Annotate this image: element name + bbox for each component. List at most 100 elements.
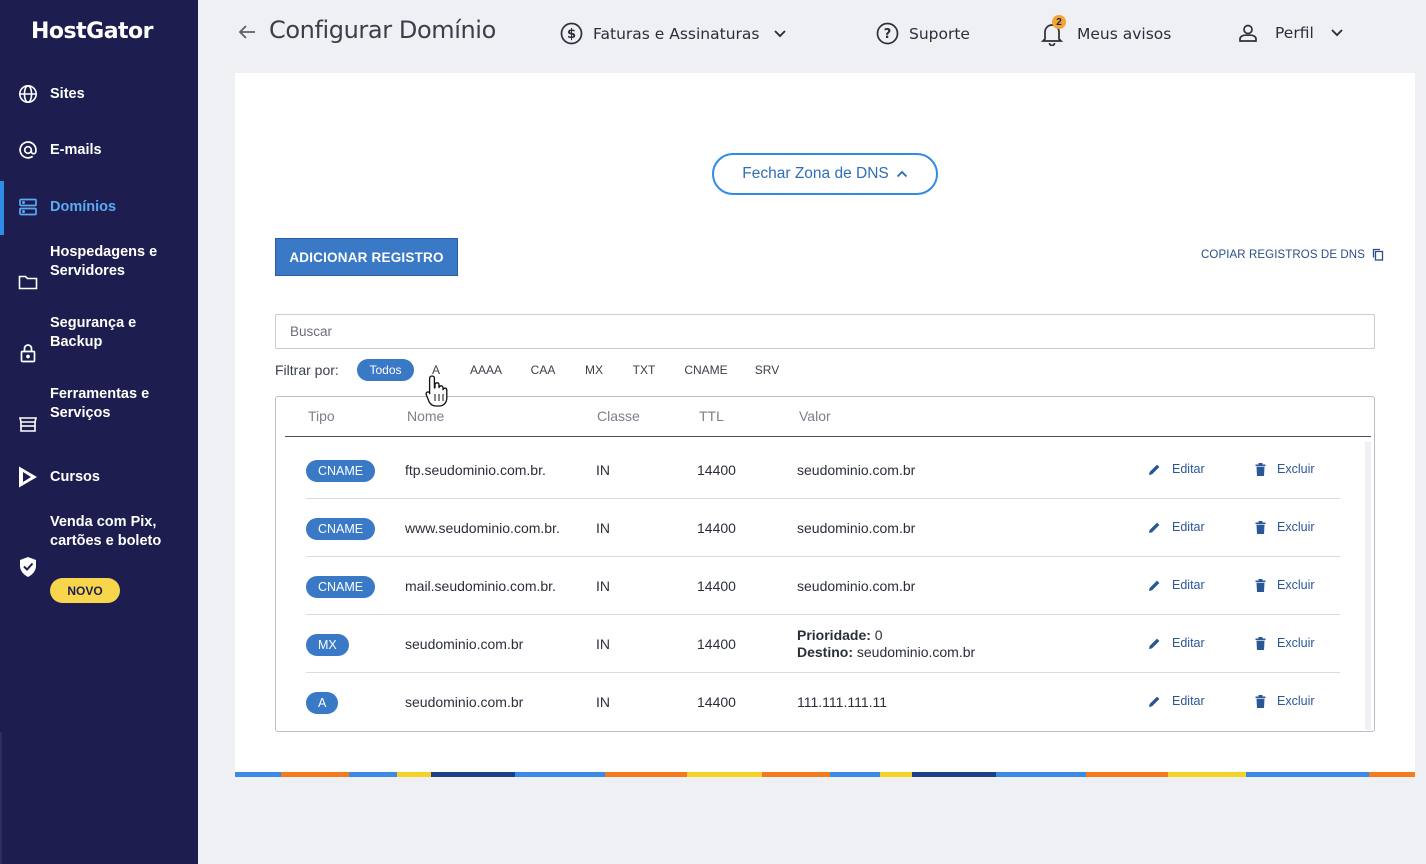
record-value: seudominio.com.br — [797, 462, 916, 478]
edit-button[interactable]: Editar — [1148, 694, 1205, 708]
filter-chip-aaaa[interactable]: AAAA — [464, 359, 508, 381]
copy-icon — [1372, 248, 1384, 261]
billing-label: Faturas e Assinaturas — [593, 24, 760, 43]
delete-button[interactable]: Excluir — [1255, 462, 1315, 476]
table-row: CNAME www.seudominio.com.br. IN 14400 se… — [306, 499, 1340, 557]
table-row: CNAME mail.seudominio.com.br. IN 14400 s… — [306, 557, 1340, 615]
record-type-badge: MX — [306, 634, 349, 656]
edit-button[interactable]: Editar — [1148, 636, 1205, 650]
record-value: seudominio.com.br — [797, 578, 916, 594]
column-header-classe: Classe — [597, 408, 640, 424]
back-arrow-icon[interactable] — [236, 21, 258, 43]
edit-label: Editar — [1172, 462, 1205, 476]
trash-icon — [1255, 520, 1266, 534]
edit-label: Editar — [1172, 578, 1205, 592]
filter-chip-txt[interactable]: TXT — [628, 359, 660, 381]
edit-label: Editar — [1172, 694, 1205, 708]
trash-icon — [1255, 636, 1266, 650]
trash-icon — [1255, 578, 1266, 592]
support-link[interactable]: ? Suporte — [876, 22, 970, 45]
record-value: Prioridade: 0 Destino: seudominio.com.br — [797, 627, 975, 661]
notification-count-badge: 2 — [1052, 15, 1066, 29]
new-badge: NOVO — [50, 578, 120, 603]
trash-icon — [1255, 694, 1266, 708]
edit-button[interactable]: Editar — [1148, 462, 1205, 476]
decorative-stripe — [235, 772, 1415, 777]
record-type-badge: A — [306, 692, 339, 714]
delete-label: Excluir — [1277, 694, 1315, 708]
play-icon — [17, 466, 39, 488]
filter-chip-todos[interactable]: Todos — [357, 359, 414, 381]
close-dns-zone-label: Fechar Zona de DNS — [742, 165, 889, 182]
pencil-icon — [1149, 522, 1160, 533]
destination-label: Destino: — [797, 644, 853, 660]
user-icon — [1239, 24, 1257, 42]
sidebar-item-label: Domínios — [50, 198, 117, 215]
copy-dns-records-link[interactable]: COPIAR REGISTROS DE DNS — [1201, 248, 1384, 261]
record-name: www.seudominio.com.br. — [405, 520, 560, 536]
record-ttl: 14400 — [697, 636, 736, 652]
add-record-button[interactable]: ADICIONAR REGISTRO — [275, 238, 458, 276]
sidebar-item-label: Segurança e Backup — [50, 315, 137, 350]
table-row: CNAME ftp.seudominio.com.br. IN 14400 se… — [306, 441, 1340, 499]
record-class: IN — [596, 636, 610, 652]
shield-check-icon — [17, 556, 39, 578]
record-type-badge: CNAME — [306, 460, 376, 482]
record-name: seudominio.com.br — [405, 636, 524, 652]
delete-button[interactable]: Excluir — [1255, 636, 1315, 650]
delete-label: Excluir — [1277, 462, 1315, 476]
table-scrollbar[interactable] — [1365, 442, 1371, 730]
record-type-badge: CNAME — [306, 576, 376, 598]
store-icon — [17, 413, 39, 435]
record-ttl: 14400 — [697, 578, 736, 594]
profile-label: Perfil — [1275, 24, 1314, 42]
record-class: IN — [596, 578, 610, 594]
record-name: seudominio.com.br — [405, 694, 524, 710]
filter-chip-caa[interactable]: CAA — [526, 359, 560, 381]
record-class: IN — [596, 694, 610, 710]
edit-label: Editar — [1172, 636, 1205, 650]
pencil-icon — [1149, 696, 1160, 707]
record-name: mail.seudominio.com.br. — [405, 578, 556, 594]
record-ttl: 14400 — [697, 694, 736, 710]
page-title: Configurar Domínio — [269, 16, 496, 44]
hostgator-logo[interactable]: HostGator — [31, 19, 154, 44]
close-dns-zone-button[interactable]: Fechar Zona de DNS — [712, 153, 938, 195]
filter-chip-cname[interactable]: CNAME — [680, 359, 732, 381]
record-type-badge: CNAME — [306, 518, 376, 540]
record-ttl: 14400 — [697, 462, 736, 478]
pencil-icon — [1149, 464, 1160, 475]
table-row: MX seudominio.com.br IN 14400 Prioridade… — [306, 615, 1340, 673]
delete-button[interactable]: Excluir — [1255, 520, 1315, 534]
edit-button[interactable]: Editar — [1148, 520, 1205, 534]
filter-chip-srv[interactable]: SRV — [752, 359, 782, 381]
sidebar-item-label: Sites — [50, 85, 85, 102]
sidebar-edge — [0, 732, 2, 864]
header-divider — [285, 436, 1371, 437]
record-value: seudominio.com.br — [797, 520, 916, 536]
filter-chip-mx[interactable]: MX — [580, 359, 608, 381]
edit-button[interactable]: Editar — [1148, 578, 1205, 592]
lock-icon — [17, 342, 39, 364]
delete-button[interactable]: Excluir — [1255, 694, 1315, 708]
search-input[interactable] — [275, 314, 1375, 349]
column-header-ttl: TTL — [699, 408, 724, 424]
delete-button[interactable]: Excluir — [1255, 578, 1315, 592]
dollar-circle-icon: $ — [560, 22, 583, 45]
filter-label: Filtrar por: — [275, 362, 339, 378]
pencil-icon — [1149, 580, 1160, 591]
sidebar: HostGator Sites E-mails Domínios Hospeda… — [0, 0, 198, 864]
sidebar-item-label: Cursos — [50, 468, 100, 485]
sidebar-item-label: E-mails — [50, 141, 102, 158]
billing-menu[interactable]: $ Faturas e Assinaturas — [560, 22, 787, 45]
chevron-down-icon — [774, 29, 787, 37]
svg-text:$: $ — [567, 27, 576, 42]
column-header-tipo: Tipo — [308, 408, 335, 424]
hand-cursor-icon — [425, 375, 448, 407]
copy-dns-records-label: COPIAR REGISTROS DE DNS — [1201, 248, 1365, 261]
server-icon — [17, 196, 39, 218]
priority-label: Prioridade: — [797, 627, 871, 643]
destination-value: seudominio.com.br — [856, 644, 976, 660]
profile-menu[interactable]: Perfil — [1237, 22, 1344, 44]
record-value: 111.111.111.11 — [797, 694, 888, 710]
